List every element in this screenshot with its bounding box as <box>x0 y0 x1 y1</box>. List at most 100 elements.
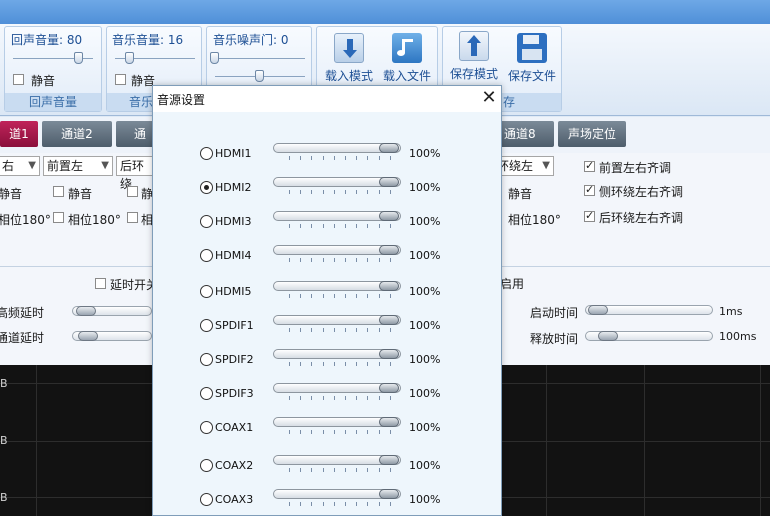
source-volume-thumb[interactable] <box>379 281 399 291</box>
source-radio-coax1[interactable] <box>200 421 213 434</box>
slider-tick <box>311 190 313 194</box>
source-radio-hdmi2[interactable] <box>200 181 213 194</box>
slider-tick <box>333 328 335 332</box>
load-mode-button[interactable]: 载入模式 <box>321 33 377 84</box>
channel3-mute-checkbox[interactable] <box>127 186 138 197</box>
source-radio-spdif2[interactable] <box>200 353 213 366</box>
slider-tick <box>345 396 346 400</box>
floppy-disk-icon <box>517 33 547 63</box>
slider-tick <box>389 224 391 228</box>
source-row-spdif1: SPDIF1 100% <box>153 315 501 337</box>
slider-tick <box>311 502 313 506</box>
source-name: HDMI4 <box>215 249 252 262</box>
release-time-label: 释放时间 <box>530 332 579 346</box>
front-lr-align-checkbox[interactable] <box>584 159 595 172</box>
source-radio-hdmi5[interactable] <box>200 285 213 298</box>
dialog-title-bar <box>153 86 501 112</box>
channel8-output-select[interactable]: 环绕左 ▼ <box>494 156 554 176</box>
attack-time-thumb[interactable] <box>588 305 608 315</box>
source-radio-hdmi4[interactable] <box>200 249 213 262</box>
channel-delay-label: 通道延时 <box>0 331 45 345</box>
source-volume-thumb[interactable] <box>379 315 399 325</box>
source-percent: 100% <box>409 319 441 332</box>
slider-tick <box>378 156 380 160</box>
noise-gate-slider-thumb[interactable] <box>210 52 219 64</box>
slider-tick <box>300 502 302 506</box>
source-volume-thumb[interactable] <box>379 489 399 499</box>
channel8-mute-label: 静音 <box>508 187 533 201</box>
release-time-thumb[interactable] <box>598 331 618 341</box>
music-volume-slider-thumb[interactable] <box>125 52 134 64</box>
slider-tick <box>345 430 346 434</box>
load-file-button[interactable]: 载入文件 <box>379 33 435 84</box>
source-volume-thumb[interactable] <box>379 349 399 359</box>
slider-tick <box>322 224 324 228</box>
slider-tick <box>300 294 302 298</box>
source-radio-hdmi1[interactable] <box>200 147 213 160</box>
source-name: COAX2 <box>215 459 254 472</box>
source-percent: 100% <box>409 387 441 400</box>
side-lr-align-checkbox[interactable] <box>584 183 595 196</box>
source-percent: 100% <box>409 421 441 434</box>
music-volume-label: 音乐音量: 16 <box>112 33 184 47</box>
slider-tick <box>333 502 335 506</box>
slider-tick <box>322 156 324 160</box>
slider-tick <box>289 468 290 472</box>
source-volume-thumb[interactable] <box>379 245 399 255</box>
channel3-output-select[interactable]: 后环绕 <box>116 156 156 191</box>
source-radio-coax3[interactable] <box>200 493 213 506</box>
delay-switch-checkbox[interactable] <box>95 278 106 289</box>
slider-tick <box>311 430 313 434</box>
slider-tick <box>367 224 369 228</box>
channel2-phase-checkbox[interactable] <box>53 212 64 223</box>
rear-lr-align-checkbox[interactable] <box>584 209 595 222</box>
slider-tick <box>378 430 380 434</box>
slider-tick <box>367 294 369 298</box>
channel-delay-thumb[interactable] <box>78 331 98 341</box>
source-volume-thumb[interactable] <box>379 143 399 153</box>
source-volume-thumb[interactable] <box>379 383 399 393</box>
highfreq-delay-thumb[interactable] <box>76 306 96 316</box>
save-file-button[interactable]: 保存文件 <box>503 33 561 84</box>
slider-tick <box>289 362 290 366</box>
noise-gate-label: 音乐噪声门: 0 <box>213 33 289 47</box>
source-volume-thumb[interactable] <box>379 177 399 187</box>
slider-tick <box>356 258 358 262</box>
source-percent: 100% <box>409 459 441 472</box>
source-volume-thumb[interactable] <box>379 455 399 465</box>
load-file-label: 载入文件 <box>382 69 431 83</box>
source-radio-coax2[interactable] <box>200 459 213 472</box>
source-row-hdmi4: HDMI4 100% <box>153 245 501 267</box>
save-mode-button[interactable]: 保存模式 <box>445 31 503 82</box>
tab-channel-1[interactable]: 道1 <box>0 121 38 147</box>
source-radio-hdmi3[interactable] <box>200 215 213 228</box>
echo-volume-slider-thumb[interactable] <box>74 52 83 64</box>
channel2-mute-checkbox[interactable] <box>53 186 64 197</box>
slider-tick <box>322 396 324 400</box>
slider-tick <box>356 396 358 400</box>
slider-tick <box>389 294 391 298</box>
front-lr-align-label: 前置左右齐调 <box>599 161 672 175</box>
tab-sound-field[interactable]: 声场定位 <box>558 121 626 147</box>
slider-tick <box>378 190 380 194</box>
source-row-spdif2: SPDIF2 100% <box>153 349 501 371</box>
slider-tick <box>289 502 290 506</box>
music-mute-checkbox[interactable] <box>115 74 126 85</box>
channel1-output-select[interactable]: 右 ▼ <box>0 156 40 176</box>
source-volume-thumb[interactable] <box>379 417 399 427</box>
chevron-down-icon: ▼ <box>101 160 109 171</box>
source-volume-thumb[interactable] <box>379 211 399 221</box>
source-radio-spdif3[interactable] <box>200 387 213 400</box>
noise-gate-slider2-thumb[interactable] <box>255 70 264 82</box>
tab-channel-2[interactable]: 通道2 <box>42 121 112 147</box>
close-icon[interactable]: ✕ <box>479 87 499 109</box>
channel3-phase-checkbox[interactable] <box>127 212 138 223</box>
slider-tick <box>300 224 302 228</box>
source-radio-spdif1[interactable] <box>200 319 213 332</box>
slider-tick <box>389 396 391 400</box>
channel2-output-select[interactable]: 前置左 ▼ <box>43 156 113 176</box>
echo-mute-checkbox[interactable] <box>13 74 24 85</box>
tab-channel-3[interactable]: 通 <box>116 121 156 147</box>
noise-gate-slider-track[interactable] <box>215 58 305 59</box>
channel8-phase-label: 相位180° <box>508 213 561 227</box>
